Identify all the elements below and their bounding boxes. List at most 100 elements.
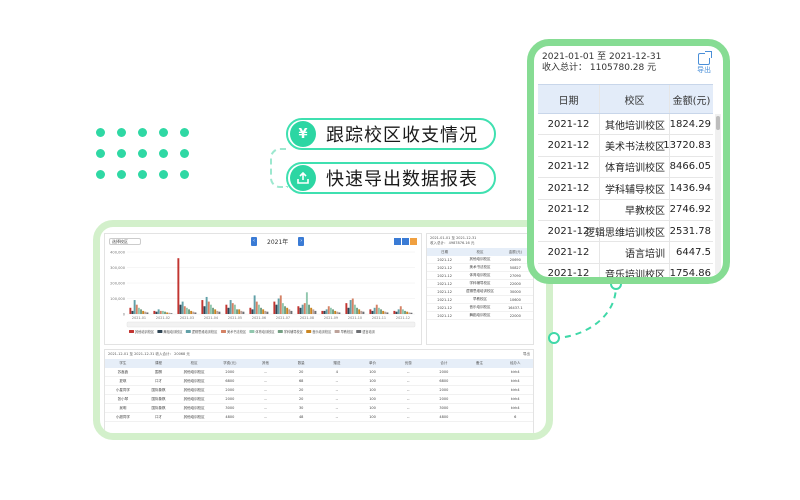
bar (153, 310, 156, 314)
cell: 夏琪 (119, 378, 127, 383)
bar (168, 312, 171, 314)
view-bar-button[interactable] (394, 238, 401, 245)
cell: 2000 (439, 370, 449, 374)
bar (336, 311, 339, 314)
bar (137, 307, 140, 314)
view-table-button[interactable] (410, 238, 417, 245)
next-year-button[interactable]: › (298, 237, 305, 246)
y-tick-label: 0 (123, 313, 126, 317)
cell: 逻辑思维培训校区 (465, 289, 494, 293)
detail-export-button[interactable]: 导出 (523, 352, 530, 357)
table-row: 夏琪 口才 其他培训校区 6800 -- 68 -- 100 -- 6800 kirk4 (105, 377, 533, 386)
zoom-rows: 2021-12 其他培训校区 1824.29 2021-12 美术书法校区 13720.8… (538, 114, 713, 277)
detail-table: 2021-12-01 至 2021-12-31 收入合计： 20068 元 导出… (104, 349, 534, 433)
dot (138, 128, 147, 137)
col-campus: 校区 (600, 85, 670, 113)
bar (140, 309, 142, 314)
cell: -- (406, 370, 410, 374)
bar (375, 304, 378, 314)
cell: 其他培训校区 (183, 378, 205, 383)
bar (201, 300, 204, 314)
cell: 围棋 (155, 369, 162, 374)
column-header: 备注 (476, 361, 484, 365)
detail-columns: 学生 课程 校区 学费(元) 其他 数量 赠送 单价 优惠 合计 备注 经办人 (105, 359, 533, 368)
cell: 4800 (225, 415, 235, 419)
bar (188, 309, 190, 314)
cell: 早教校区 (472, 297, 487, 301)
view-buttons (394, 238, 417, 245)
cell-amount: 6447.5 (676, 247, 711, 259)
bar (314, 310, 317, 314)
table-row: 2021-12 其他培训校区 20690 (427, 256, 533, 264)
x-tick-label: 2021-04 (204, 316, 218, 320)
table-row: 2021-12 逻辑思维培训校区 30000 (427, 288, 533, 296)
table-row: 2021-12 美术书法校区 50827 (427, 264, 533, 272)
y-tick-label: 400,000 (110, 251, 126, 255)
cell-amount: 2746.92 (669, 204, 711, 216)
cell: 20 (298, 370, 304, 374)
bar (253, 295, 256, 314)
table-row: 小超同学 口才 其他培训校区 4800 -- 48 -- 100 -- 4800 6 (105, 413, 533, 422)
bar (179, 304, 182, 314)
cell: -- (406, 397, 410, 401)
y-tick-label: 100,000 (110, 297, 126, 301)
bar (183, 306, 186, 314)
cell: -- (335, 415, 339, 419)
cell-campus: 美术书法校区 (600, 135, 670, 156)
cell: -- (406, 406, 410, 410)
cell: kirk4 (510, 406, 520, 410)
cell-campus: 早教校区 (600, 199, 670, 220)
chart-panel: 选择校区 ‹ 2021年 › 400,000 300,000 200,000 100,… (104, 233, 422, 345)
prev-year-button[interactable]: ‹ (251, 237, 257, 246)
summary-table: 2021-01-01 至 2021-12-31 收入总计： 4987876.16… (426, 233, 534, 345)
cell: 68 (298, 379, 304, 383)
export-button[interactable]: 导出 (693, 51, 715, 74)
bar (207, 301, 210, 314)
cell: 2000 (225, 397, 235, 401)
bar (410, 312, 413, 314)
cell: 2000 (225, 388, 235, 392)
upload-icon (290, 165, 316, 191)
zoom-scrollbar[interactable] (715, 114, 721, 274)
cell-date: 2021-12 (538, 199, 600, 220)
table-row: 苏鑫鑫 围棋 其他培训校区 2000 -- 20 4 100 -- 2000 kirk4 (105, 368, 533, 377)
bar (181, 301, 184, 314)
bar (284, 306, 286, 314)
bar (395, 311, 398, 314)
legend-swatch (157, 330, 163, 333)
view-line-button[interactable] (402, 238, 409, 245)
bar (251, 309, 254, 314)
cell: 10600 (509, 297, 521, 302)
bar (373, 307, 376, 314)
detail-header: 2021-12-01 至 2021-12-31 收入合计： 20068 元 导出 (105, 350, 533, 359)
bar (338, 312, 341, 314)
feature-text: 跟踪校区收支情况 (326, 125, 478, 146)
bar (408, 312, 411, 314)
cell: 2000 (225, 370, 235, 374)
bar (257, 304, 260, 314)
campus-select[interactable]: 选择校区 (109, 238, 141, 245)
cell: -- (406, 388, 410, 392)
cell: 100 (369, 415, 376, 419)
scrollbar-thumb[interactable] (716, 116, 720, 130)
cell: -- (264, 370, 267, 374)
cell: 学科辅导校区 (469, 281, 491, 285)
main-screenshot-frame: 选择校区 ‹ 2021年 › 400,000 300,000 200,000 100,… (93, 220, 553, 440)
cell: 16437.1 (508, 305, 523, 310)
bar (353, 304, 356, 314)
bar (177, 258, 180, 314)
cell: 其他培训校区 (469, 257, 491, 261)
legend-label: 早教校区 (341, 329, 355, 334)
bar (404, 310, 406, 314)
dashed-bracket (270, 148, 288, 188)
cell-amount: 1436.94 (669, 182, 711, 194)
bar (297, 306, 300, 314)
dot (180, 170, 189, 179)
x-tick-label: 2021-10 (348, 316, 362, 320)
summary-columns: 日期 校区 金额(元) (427, 248, 533, 256)
detail-rows: 苏鑫鑫 围棋 其他培训校区 2000 -- 20 4 100 -- 2000 kirk4 夏琪 口才 其他… (105, 368, 533, 422)
cell-campus: 体育培训校区 (600, 156, 670, 178)
dot (138, 149, 147, 158)
bar (133, 300, 136, 314)
legend-label: 舞蹈培训校区 (163, 329, 183, 334)
